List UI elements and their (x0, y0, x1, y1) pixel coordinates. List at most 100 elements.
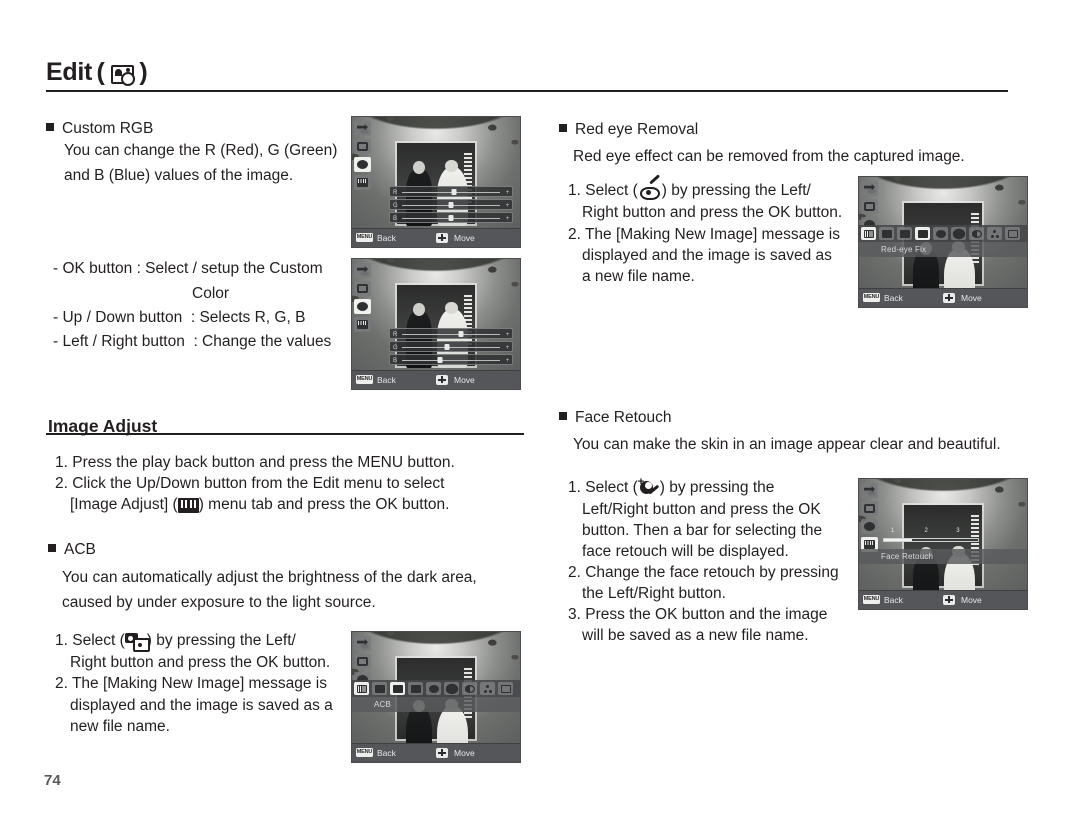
custom-rgb-note-updown: - Up / Down button : Selects R, G, B (53, 309, 306, 326)
saturation-icon[interactable] (987, 227, 1002, 240)
rgb-slider-g-plus: + (505, 203, 510, 209)
lcd-move-label: Move (454, 748, 475, 758)
lcd-vertical-tabs (352, 259, 372, 335)
noise-icon[interactable] (1005, 227, 1020, 240)
lcd-vertical-tabs (859, 479, 879, 555)
rgb-slider-r[interactable]: R + (388, 328, 514, 339)
lcd-back-label: Back (884, 595, 903, 605)
page-number: 74 (44, 772, 61, 789)
lcd-tab-rotate[interactable] (861, 199, 878, 214)
resize-icon[interactable] (879, 227, 894, 240)
contrast-icon[interactable] (969, 227, 984, 240)
acb-screen: ACB MENU Back Move (351, 631, 521, 763)
menu-key-icon[interactable]: MENU (356, 748, 373, 757)
rgb-slider-g[interactable]: G + (388, 199, 514, 210)
lcd-mode-label: ACB (352, 697, 520, 712)
rgb-slider-panel: R + G + B + (388, 328, 514, 367)
menu-key-icon[interactable]: MENU (356, 375, 373, 384)
lcd-back-label: Back (377, 233, 396, 243)
red-eye-body: Red eye effect can be removed from the c… (573, 148, 965, 165)
custom-rgb-body: You can change the R (Red), G (Green) an… (64, 142, 338, 184)
acb-icon[interactable] (390, 682, 405, 695)
image-adjust-icon[interactable] (861, 227, 876, 240)
saturation-icon[interactable] (480, 682, 495, 695)
level-tick-1: 1 (890, 528, 895, 534)
lcd-tab-resize[interactable] (861, 181, 878, 196)
four-way-arrow-icon[interactable] (943, 594, 955, 605)
acb-step-1-post: ) by pressing the Left/ (146, 632, 296, 649)
rgb-slider-b[interactable]: B + (388, 354, 514, 365)
rgb-slider-b-label: B (392, 216, 397, 222)
bullet-square-icon (48, 544, 56, 552)
lcd-tab-resize[interactable] (354, 121, 371, 136)
four-way-arrow-icon[interactable] (436, 232, 448, 243)
lcd-tab-rotate[interactable] (861, 501, 878, 516)
image-edit-icon (110, 65, 135, 86)
lcd-tab-palette[interactable] (354, 299, 371, 314)
header-divider (46, 90, 1008, 92)
red-eye-step-1-pre: 1. Select ( (568, 182, 638, 199)
rgb-slider-g[interactable]: G + (388, 341, 514, 352)
lcd-footer: MENU Back Move (859, 590, 1027, 609)
page-title-open-paren: ( (96, 58, 105, 86)
rgb-slider-g-label: G (392, 345, 398, 351)
lcd-edit-toolbar (352, 680, 520, 697)
lcd-tab-rotate[interactable] (354, 654, 371, 669)
rgb-slider-panel: R + G + B + (388, 186, 514, 225)
acb-icon[interactable] (897, 227, 912, 240)
brightness-icon[interactable] (444, 682, 459, 695)
face-retouch-icon[interactable] (426, 682, 441, 695)
noise-icon[interactable] (498, 682, 513, 695)
resize-icon[interactable] (372, 682, 387, 695)
lcd-tab-image-adjust[interactable] (354, 317, 371, 332)
rgb-slider-r-plus: + (505, 190, 510, 196)
menu-key-icon[interactable]: MENU (356, 233, 373, 242)
lcd-mode-label: Red-eye Fix (859, 242, 1027, 257)
face-retouch-level-bar[interactable]: 1 2 3 (883, 528, 979, 546)
lcd-tab-resize[interactable] (354, 263, 371, 278)
face-retouch-step-3-line2: will be saved as a new file name. (582, 627, 809, 644)
rgb-slider-r[interactable]: R + (388, 186, 514, 197)
manual-page: Edit ( ) Custom RGB You can change the R… (0, 0, 1080, 815)
red-eye-icon[interactable] (408, 682, 423, 695)
lcd-tab-image-adjust[interactable] (354, 175, 371, 190)
rgb-slider-b[interactable]: B + (388, 212, 514, 223)
lcd-move-label: Move (454, 375, 475, 385)
image-adjust-divider (46, 433, 524, 435)
lcd-move-label: Move (454, 233, 475, 243)
image-adjust-icon (177, 498, 199, 513)
face-retouch-step-1-pre: 1. Select ( (568, 479, 638, 496)
bullet-square-icon (559, 412, 567, 420)
face-retouch-heading: Face Retouch (559, 405, 672, 430)
face-retouch-screen: 1 2 3 Face Retouch MENU Back Move (858, 478, 1028, 610)
red-eye-step-1-post: ) by pressing the Left/ (661, 182, 811, 199)
face-retouch-icon[interactable] (933, 227, 948, 240)
lcd-tab-resize[interactable] (354, 636, 371, 651)
lcd-tab-palette[interactable] (354, 157, 371, 172)
lcd-tab-palette[interactable] (861, 519, 878, 534)
four-way-arrow-icon[interactable] (943, 292, 955, 303)
menu-key-icon[interactable]: MENU (863, 595, 880, 604)
rgb-slider-b-plus: + (505, 216, 510, 222)
red-eye-step-2-line3: a new file name. (582, 268, 695, 285)
red-eye-heading-label: Red eye Removal (575, 121, 699, 138)
lcd-tab-rotate[interactable] (354, 139, 371, 154)
lcd-move-label: Move (961, 595, 982, 605)
lcd-tab-resize[interactable] (861, 483, 878, 498)
lcd-footer: MENU Back Move (352, 228, 520, 247)
custom-rgb-screen-1: R + G + B + MENU Back Move (351, 116, 521, 248)
acb-step-1-pre: 1. Select ( (55, 632, 125, 649)
four-way-arrow-icon[interactable] (436, 747, 448, 758)
custom-rgb-note-leftright: - Left / Right button : Change the value… (53, 333, 332, 350)
menu-key-icon[interactable]: MENU (863, 293, 880, 302)
image-adjust-icon[interactable] (354, 682, 369, 695)
red-eye-icon (638, 174, 662, 200)
lcd-footer: MENU Back Move (352, 743, 520, 762)
contrast-icon[interactable] (462, 682, 477, 695)
four-way-arrow-icon[interactable] (436, 374, 448, 385)
brightness-icon[interactable] (951, 227, 966, 240)
lcd-tab-rotate[interactable] (354, 281, 371, 296)
bullet-square-icon (559, 124, 567, 132)
red-eye-icon[interactable] (915, 227, 930, 240)
face-retouch-level-ticks: 1 2 3 (883, 528, 979, 535)
